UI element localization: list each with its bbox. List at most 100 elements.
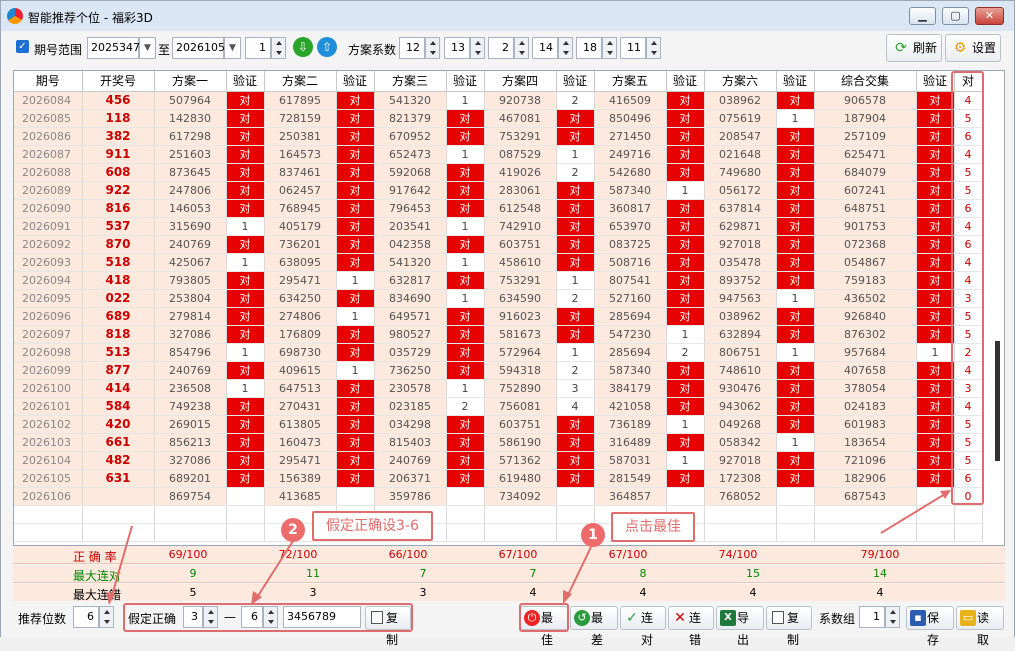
verify-cell[interactable]: 对 [336,289,375,308]
column-header[interactable]: 验证 [556,71,595,92]
scheme-cell[interactable]: 270431 [264,397,337,416]
scheme-cell[interactable]: 613805 [264,415,337,434]
scheme-cell[interactable]: 458610 [484,253,557,272]
verify-cell[interactable]: 对 [556,469,595,488]
verify-cell[interactable]: 1 [446,217,485,236]
verify-cell[interactable]: 对 [226,415,265,434]
column-header[interactable]: 验证 [336,71,375,92]
draw-number-cell[interactable]: 816 [82,199,155,218]
table-row[interactable]: 2026093 518 425067 1 638095 对 541320 1 458610 对 50… [14,253,983,272]
verify-cell[interactable]: 对 [226,307,265,326]
period-cell[interactable]: 2026105 [14,469,83,488]
scheme-cell[interactable]: 253804 [154,289,227,308]
load-button[interactable]: ▭ 读取 [956,606,1004,647]
scheme-cell[interactable]: 269015 [154,415,227,434]
verify-cell[interactable]: 对 [226,361,265,380]
draw-number-cell[interactable]: 118 [82,109,155,128]
scheme-cell[interactable]: 075619 [704,109,777,128]
coef-stepper-6[interactable] [646,37,661,59]
scheme-cell[interactable]: 943062 [704,397,777,416]
verify-cell[interactable]: 对 [916,361,955,380]
scheme-cell[interactable]: 038962 [704,91,777,110]
draw-number-cell[interactable]: 513 [82,343,155,362]
scheme-cell[interactable]: 734092 [484,487,557,506]
table-row[interactable]: 2026097 818 327086 对 176809 对 980527 对 581673 对 54… [14,325,983,344]
verify-cell[interactable]: 1 [556,145,595,164]
verify-cell[interactable]: 对 [226,181,265,200]
scheme-cell[interactable]: 527160 [594,289,667,308]
verify-cell[interactable]: 对 [226,469,265,488]
scheme-cell[interactable]: 364857 [594,487,667,506]
scheme-cell[interactable]: 407658 [814,361,917,380]
scheme-cell[interactable]: 869754 [154,487,227,506]
scheme-cell[interactable]: 021648 [704,145,777,164]
scheme-cell[interactable]: 854796 [154,343,227,362]
verify-cell[interactable]: 对 [666,145,705,164]
coef-stepper-1[interactable] [425,37,440,59]
scheme-cell[interactable]: 035478 [704,253,777,272]
scheme-cell[interactable]: 753291 [484,127,557,146]
scheme-cell[interactable]: 042358 [374,235,447,254]
scheme-cell[interactable]: 652473 [374,145,447,164]
table-row[interactable]: 2026094 418 793805 对 295471 1 632817 对 753291 1 80… [14,271,983,290]
scheme-cell[interactable]: 856213 [154,433,227,452]
scheme-cell[interactable]: 208547 [704,127,777,146]
scheme-cell[interactable]: 421058 [594,397,667,416]
table-row[interactable]: 2026100 414 236508 1 647513 对 230578 1 752890 3 38… [14,379,983,398]
verify-cell[interactable]: 对 [226,199,265,218]
up-arrow-icon[interactable]: ⇧ [317,37,337,57]
verify-cell[interactable]: 对 [916,163,955,182]
scheme-cell[interactable]: 230578 [374,379,447,398]
scheme-cell[interactable]: 749680 [704,163,777,182]
column-header[interactable]: 方案四 [484,71,557,92]
scheme-cell[interactable]: 187904 [814,109,917,128]
close-button[interactable]: ✕ [975,7,1004,25]
verify-cell[interactable]: 对 [776,325,815,344]
verify-cell[interactable]: 对 [336,163,375,182]
verify-cell[interactable]: 对 [446,325,485,344]
scrollbar-thumb[interactable] [995,341,1000,461]
draw-number-cell[interactable]: 456 [82,91,155,110]
verify-cell[interactable]: 对 [556,325,595,344]
verify-cell[interactable]: 对 [336,469,375,488]
verify-cell[interactable]: 1 [446,253,485,272]
verify-cell[interactable]: 对 [446,469,485,488]
scheme-cell[interactable]: 072368 [814,235,917,254]
scheme-cell[interactable]: 240769 [154,235,227,254]
period-cell[interactable]: 2026101 [14,397,83,416]
scheme-cell[interactable]: 927018 [704,451,777,470]
scheme-cell[interactable]: 271450 [594,127,667,146]
scheme-cell[interactable]: 594318 [484,361,557,380]
verify-cell[interactable]: 2 [556,91,595,110]
verify-cell[interactable]: 对 [916,433,955,452]
scheme-cell[interactable]: 619480 [484,469,557,488]
count-stepper[interactable] [271,37,286,59]
verify-cell[interactable]: 1 [336,271,375,290]
verify-cell[interactable]: 对 [776,217,815,236]
column-header[interactable]: 验证 [226,71,265,92]
column-header[interactable]: 方案一 [154,71,227,92]
scheme-cell[interactable]: 742910 [484,217,557,236]
scheme-cell[interactable]: 035729 [374,343,447,362]
scheme-cell[interactable]: 034298 [374,415,447,434]
rec-digits-input[interactable]: 6 [73,606,99,628]
draw-number-cell[interactable]: 420 [82,415,155,434]
save-button[interactable]: ▪ 保存 [906,606,954,647]
verify-cell[interactable]: 1 [446,145,485,164]
verify-cell[interactable]: 1 [556,271,595,290]
scheme-cell[interactable]: 142830 [154,109,227,128]
period-cell[interactable]: 2026086 [14,127,83,146]
verify-cell[interactable]: 对 [556,217,595,236]
period-cell[interactable]: 2026097 [14,325,83,344]
verify-cell[interactable]: 3 [556,379,595,398]
scheme-cell[interactable]: 670952 [374,127,447,146]
scheme-cell[interactable]: 612548 [484,199,557,218]
table-row[interactable]: 2026105 631 689201 对 156389 对 206371 对 619480 对 28… [14,469,983,488]
scheme-cell[interactable]: 837461 [264,163,337,182]
scheme-cell[interactable]: 247806 [154,181,227,200]
verify-cell[interactable]: 对 [776,91,815,110]
verify-cell[interactable]: 对 [916,415,955,434]
verify-cell[interactable]: 对 [226,289,265,308]
scheme-cell[interactable]: 206371 [374,469,447,488]
column-header[interactable]: 验证 [666,71,705,92]
